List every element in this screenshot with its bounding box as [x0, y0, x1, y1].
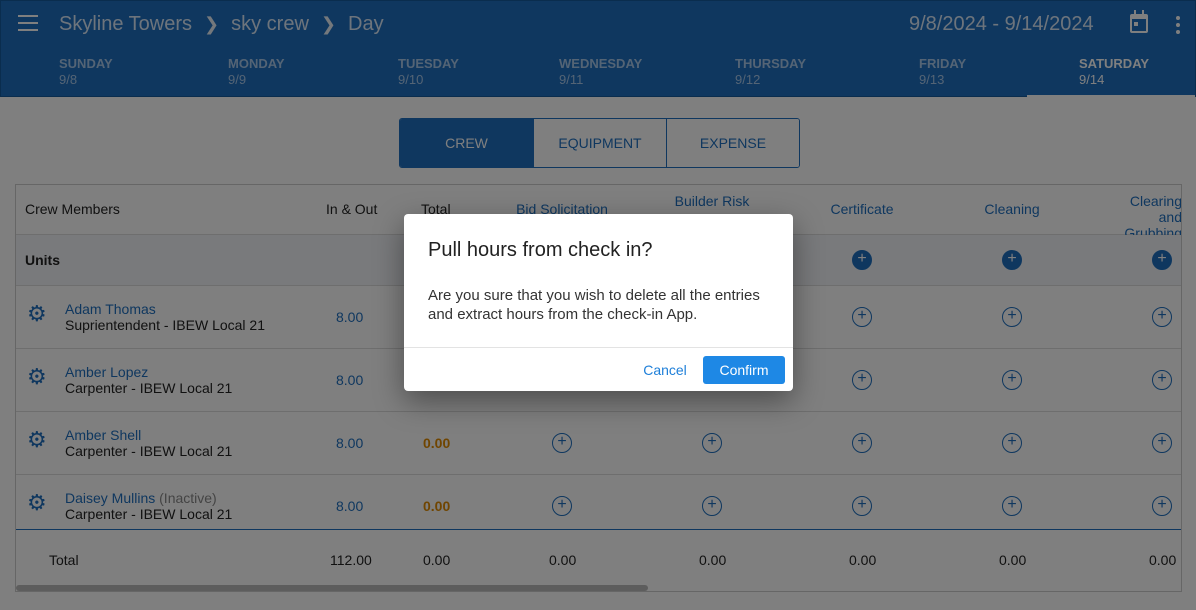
cancel-button[interactable]: Cancel [636, 356, 694, 384]
divider [404, 347, 793, 348]
confirm-dialog: Pull hours from check in? Are you sure t… [404, 214, 793, 391]
dialog-message: Are you sure that you wish to delete all… [428, 287, 760, 323]
confirm-button[interactable]: Confirm [703, 356, 785, 384]
dialog-title: Pull hours from check in? [428, 239, 653, 261]
